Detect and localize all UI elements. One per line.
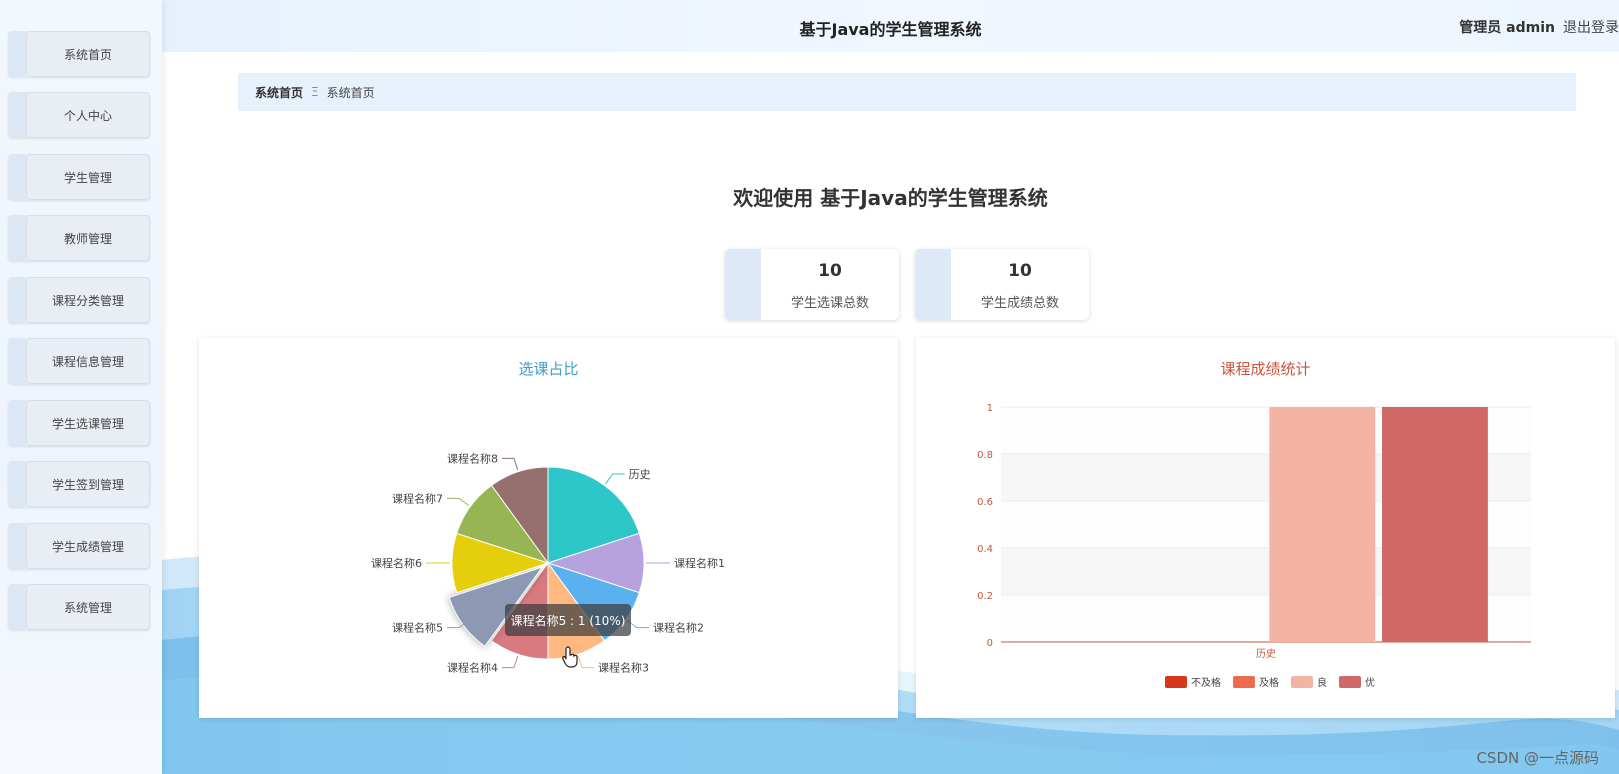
sidebar-item-students[interactable]: 学生管理 [8,154,150,200]
app-title: 基于Java的学生管理系统 [799,20,982,39]
hand-cursor-icon [562,646,578,668]
sidebar-item-teachers[interactable]: 教师管理 [8,215,150,261]
pie-label-line [502,656,519,669]
pie-slice-label: 课程名称8 [447,451,498,465]
legend-label: 及格 [1259,676,1279,689]
pie-slice-label: 课程名称4 [447,661,498,675]
sidebar-item-course-categories[interactable]: 课程分类管理 [8,277,150,323]
sidebar-item-home[interactable]: 系统首页 [8,31,150,77]
pie-slice-label: 历史 [629,468,651,481]
legend-swatch[interactable] [1291,676,1313,688]
pie-slice-label: 课程名称6 [371,556,422,570]
legend-swatch[interactable] [1233,676,1255,688]
y-tick-label: 0.4 [977,544,993,555]
legend-swatch[interactable] [1339,676,1361,688]
pie-slice-label: 课程名称1 [674,556,725,570]
stat-value: 10 [818,261,842,281]
stat-card-course-selection: 10 学生选课总数 [725,249,899,320]
pie-slice-label: 课程名称7 [392,491,443,505]
sidebar-item-system[interactable]: 系统管理 [8,584,150,630]
app-root: 系统首页 个人中心 学生管理 教师管理 课程分类管理 课程信息管理 学生选课管理… [0,0,1619,774]
sidebar-item-attendance[interactable]: 学生签到管理 [8,461,150,507]
pie-tooltip: 课程名称5 : 1 (10%) [505,604,631,636]
y-tick-label: 0.6 [977,497,993,508]
top-header: 基于Java的学生管理系统 管理员 admin 退出登录 [162,0,1619,52]
pie-chart-panel: 选课占比 历史 课程名称1 课程名称2 课程名称3 课程名称4 课程名称5 课程名称6 课程名… [199,338,898,718]
logout-link[interactable]: 退出登录 [1563,20,1619,36]
breadcrumb-separator-icon: Ξ [311,85,319,99]
stat-card-stripe [725,249,761,320]
legend-label: 不及格 [1191,676,1221,689]
sidebar-item-label: 课程分类管理 [51,293,124,308]
pie-label-line [605,473,625,485]
pie-label-line [447,497,470,506]
bar[interactable] [1269,407,1376,642]
sidebar-item-profile[interactable]: 个人中心 [8,92,150,138]
stat-label: 学生选课总数 [790,296,869,311]
y-tick-label: 0.8 [977,450,993,461]
sidebar-item-grades[interactable]: 学生成绩管理 [8,523,150,569]
pie-label-line [502,457,519,470]
breadcrumb: 系统首页 Ξ 系统首页 [238,73,1576,111]
sidebar-item-label: 个人中心 [63,108,112,123]
bar-chart: 0 0.2 0.4 0.6 0.8 1 历史不及格 及格 良 优 [977,403,1531,689]
bar[interactable] [1382,407,1488,642]
sidebar-item-label: 学生管理 [63,170,112,185]
legend-swatch[interactable] [1165,676,1187,688]
y-tick-label: 0.2 [977,591,993,602]
x-tick-label: 历史 [1256,648,1276,660]
user-label: 管理员 admin [1459,20,1555,36]
pie-slice-label: 课程名称5 [392,621,443,635]
pie-chart: 历史课程名称1 课程名称2 课程名称3 课程名称4 课程名称5 课程名称6 课程名称7 课程名… [371,451,725,675]
pie-slice-label: 课程名称3 [598,661,649,675]
bar-chart-panel: 课程成绩统计 0 0.2 0.4 0.6 0.8 1 历史 不及格 及格良优 [916,338,1615,718]
sidebar-item-label: 教师管理 [63,231,112,246]
breadcrumb-home[interactable]: 系统首页 [255,84,303,101]
stat-label: 学生成绩总数 [980,296,1059,311]
stat-value: 10 [1008,261,1032,281]
watermark-text: CSDN @一点源码 [1476,749,1599,767]
sidebar-item-label: 课程信息管理 [51,354,124,369]
sidebar-item-label: 学生选课管理 [51,416,124,431]
sidebar-item-label: 系统管理 [63,600,112,615]
sidebar-item-label: 系统首页 [63,47,112,62]
legend-label: 良 [1317,676,1327,689]
sidebar-item-course-selection[interactable]: 学生选课管理 [8,400,150,446]
pie-label-line [577,656,594,669]
y-tick-label: 1 [987,403,993,414]
stat-card-grades: 10 学生成绩总数 [915,249,1089,320]
sidebar-item-course-info[interactable]: 课程信息管理 [8,338,150,384]
stat-card-stripe [915,249,951,320]
legend-label: 优 [1365,676,1375,689]
y-tick-label: 0 [987,638,993,649]
user-area: 管理员 admin 退出登录 [1459,17,1619,37]
pie-slice-label: 课程名称2 [653,621,704,635]
breadcrumb-current: 系统首页 [326,85,375,100]
sidebar: 系统首页 个人中心 学生管理 教师管理 课程分类管理 课程信息管理 学生选课管理… [0,0,162,774]
sidebar-item-label: 学生签到管理 [51,477,124,492]
welcome-heading: 欢迎使用 基于Java的学生管理系统 [733,186,1048,210]
sidebar-item-label: 学生成绩管理 [51,539,124,554]
